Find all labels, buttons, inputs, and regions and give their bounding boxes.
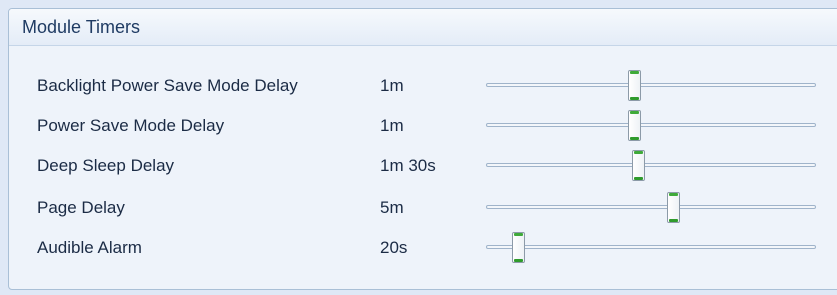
panel-title: Module Timers <box>22 16 141 37</box>
module-timers-panel: Module Timers Backlight Power Save Mode … <box>8 8 837 290</box>
timer-slider[interactable] <box>486 150 816 181</box>
timer-slider[interactable] <box>486 110 816 141</box>
timer-label: Power Save Mode Delay <box>37 116 225 135</box>
slider-thumb[interactable] <box>628 70 641 101</box>
timer-value: 5m <box>380 198 404 217</box>
slider-track[interactable] <box>486 245 816 249</box>
slider-track[interactable] <box>486 123 816 127</box>
slider-thumb[interactable] <box>512 232 525 263</box>
panel-body: Backlight Power Save Mode Delay 1m Power… <box>9 46 837 289</box>
panel-header: Module Timers <box>9 9 837 46</box>
timer-row-backlight-power-save: Backlight Power Save Mode Delay 1m <box>9 70 837 101</box>
timer-value: 1m <box>380 116 404 135</box>
timer-value: 1m 30s <box>380 156 436 175</box>
timer-slider[interactable] <box>486 232 816 263</box>
timer-row-deep-sleep: Deep Sleep Delay 1m 30s <box>9 150 837 181</box>
timer-slider[interactable] <box>486 70 816 101</box>
timer-value: 1m <box>380 76 404 95</box>
timer-row-page-delay: Page Delay 5m <box>9 192 837 223</box>
timer-row-power-save: Power Save Mode Delay 1m <box>9 110 837 141</box>
slider-thumb[interactable] <box>628 110 641 141</box>
slider-thumb[interactable] <box>632 150 645 181</box>
timer-row-audible-alarm: Audible Alarm 20s <box>9 232 837 263</box>
timer-slider[interactable] <box>486 192 816 223</box>
slider-track[interactable] <box>486 205 816 209</box>
slider-thumb[interactable] <box>667 192 680 223</box>
slider-track[interactable] <box>486 83 816 87</box>
slider-track[interactable] <box>486 163 816 167</box>
timer-value: 20s <box>380 238 408 257</box>
timer-label: Page Delay <box>37 198 125 217</box>
timer-label: Audible Alarm <box>37 238 142 257</box>
timer-label: Deep Sleep Delay <box>37 156 175 175</box>
timer-label: Backlight Power Save Mode Delay <box>37 76 298 95</box>
